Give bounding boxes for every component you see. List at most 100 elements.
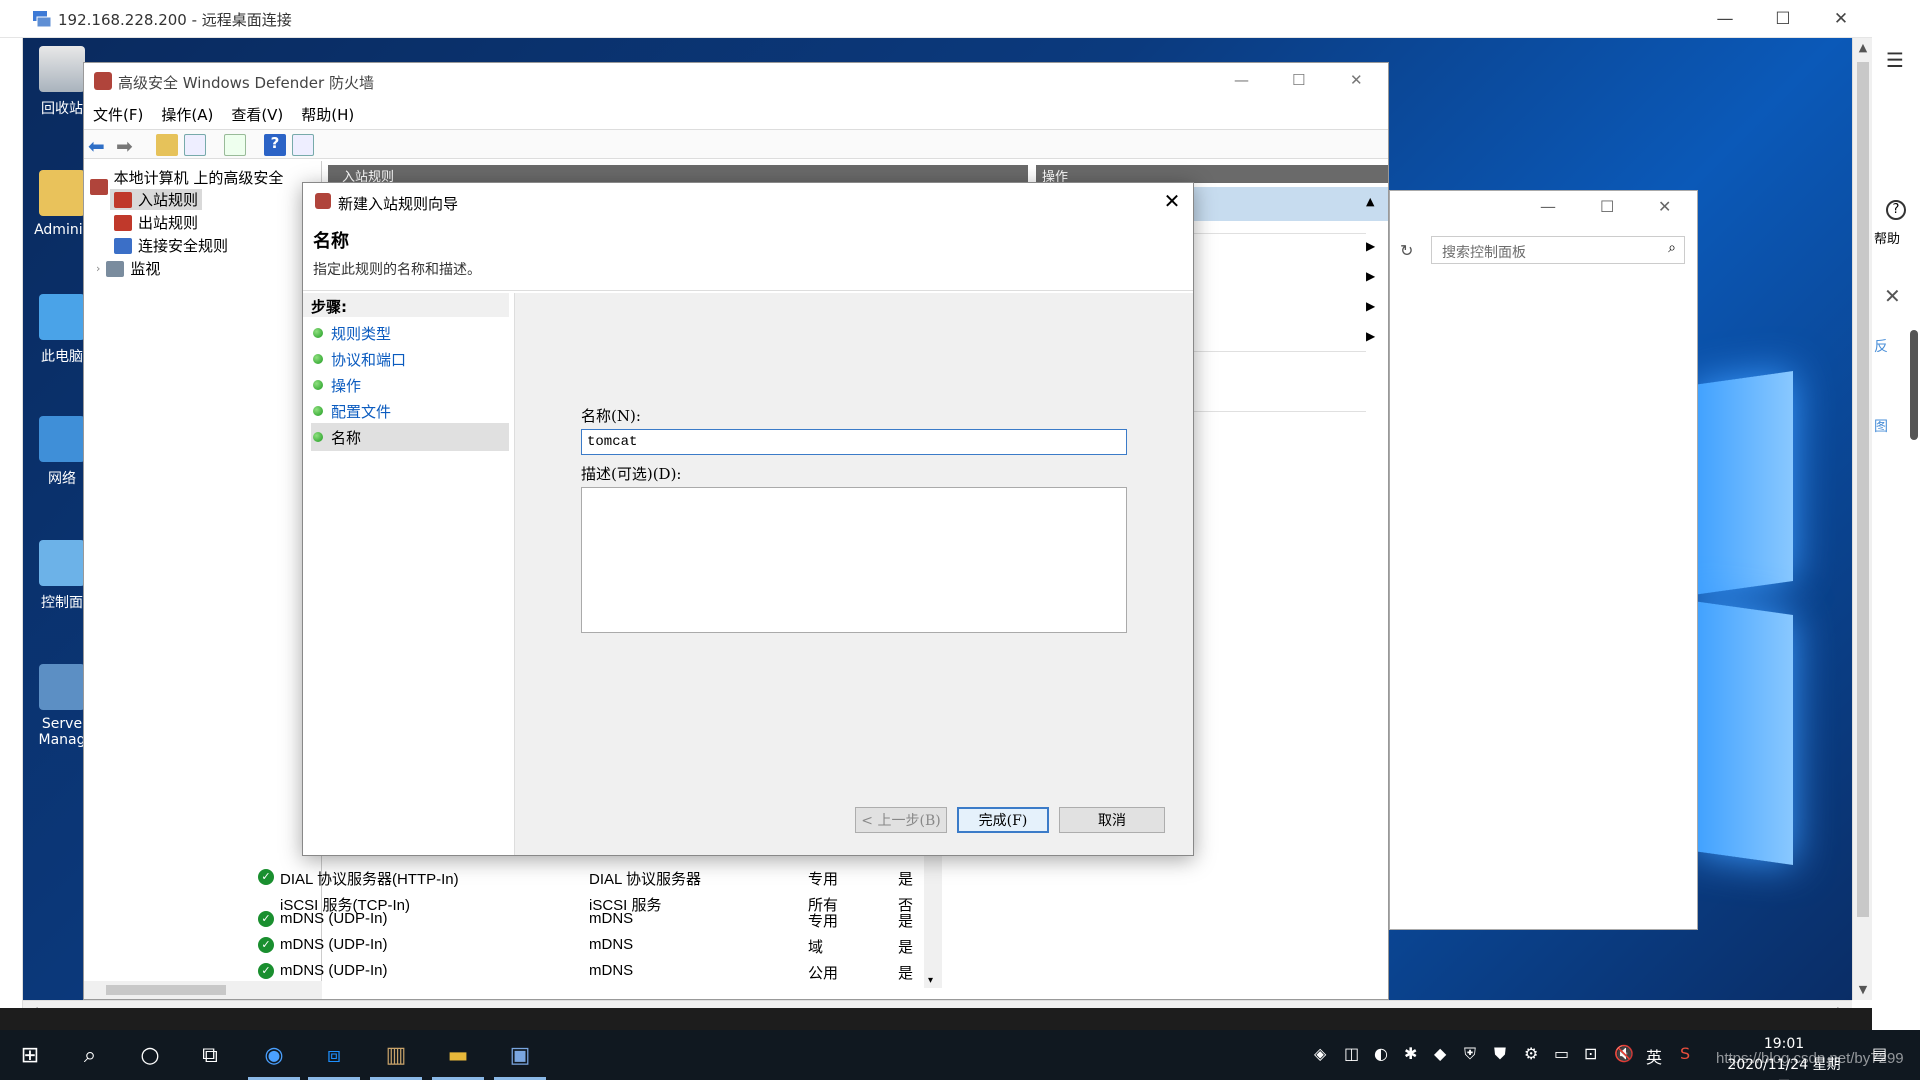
table-row[interactable]: ✓ mDNS (UDP-In) mDNS 公用 是 (248, 958, 932, 984)
step-status-icon (313, 432, 323, 442)
menu-help[interactable]: 帮助(H) (292, 101, 363, 127)
menu-file[interactable]: 文件(F) (84, 101, 152, 127)
step-status-icon (313, 328, 323, 338)
tray-icon[interactable]: ◫ (1344, 1044, 1359, 1063)
menu-icon[interactable]: ☰ (1886, 48, 1904, 72)
fw-minimize-button[interactable]: — (1234, 71, 1249, 89)
tree-item-monitoring[interactable]: › 监视 (96, 258, 160, 279)
table-row[interactable]: ✓ DIAL 协议服务器(HTTP-In) DIAL 协议服务器 专用 是 (248, 864, 932, 890)
cp-maximize-button[interactable]: ☐ (1600, 197, 1614, 216)
rdp-close-button[interactable]: ✕ (1812, 0, 1870, 38)
step-rule-type[interactable]: 规则类型 (311, 319, 509, 347)
taskbar: ⊞ ⌕ ○ ⧉ ◉ ⧈ ▥ ▬ ▣ ◈ ◫ ◐ ✱ ◆ ⛨ ⛊ ⚙ ▭ ⊡ 🔇 … (0, 1030, 1920, 1080)
rdp-maximize-button[interactable]: ☐ (1754, 0, 1812, 38)
forward-arrow-icon[interactable]: ➡ (116, 134, 138, 158)
help-icon[interactable]: ? (264, 134, 286, 156)
connection-security-icon (114, 237, 132, 254)
back-button[interactable]: < 上一步(B) (855, 807, 947, 833)
cp-search-placeholder: 搜索控制面板 (1442, 245, 1526, 261)
rule-description-input[interactable] (581, 487, 1127, 633)
menu-view[interactable]: 查看(V) (222, 101, 292, 127)
computer-icon (39, 294, 85, 340)
step-name[interactable]: 名称 (311, 423, 509, 451)
bluetooth-icon[interactable]: ✱ (1404, 1044, 1417, 1063)
close-icon[interactable]: ✕ (1884, 284, 1901, 308)
chevron-down-icon[interactable]: ▾ (928, 975, 933, 986)
submenu-arrow-icon[interactable]: ▶ (1366, 299, 1375, 313)
control-panel-icon (39, 540, 85, 586)
step-action[interactable]: 操作 (311, 371, 509, 399)
remote-desktop-icon[interactable]: ▣ (490, 1030, 550, 1080)
actions-header: 操作 (1036, 165, 1388, 185)
ime-icon[interactable]: S (1680, 1044, 1690, 1063)
nvidia-icon[interactable]: ◆ (1434, 1044, 1446, 1063)
table-row[interactable]: ✓ mDNS (UDP-In) mDNS 专用 是 (248, 906, 932, 932)
rdp-minimize-button[interactable]: — (1696, 0, 1754, 38)
submenu-arrow-icon[interactable]: ▶ (1366, 329, 1375, 343)
wizard-title: 新建入站规则向导 (338, 195, 459, 213)
refresh-icon[interactable]: ↻ (1400, 241, 1413, 260)
submenu-arrow-icon[interactable]: ▶ (1366, 239, 1375, 253)
show-hide-tree-icon[interactable] (184, 134, 206, 156)
search-icon[interactable]: ⌕ (60, 1030, 120, 1080)
rule-name-input[interactable] (581, 429, 1127, 455)
settings-icon[interactable]: ⚙ (1524, 1044, 1538, 1063)
file-explorer-icon[interactable]: ▬ (428, 1030, 488, 1080)
help-icon[interactable]: ? (1886, 200, 1906, 220)
scroll-thumb[interactable] (1857, 62, 1869, 917)
scroll-up-icon[interactable]: ▲ (1853, 38, 1873, 58)
tree-item-inbound-rules[interactable]: 入站规则 (110, 189, 203, 210)
tray-icon[interactable]: ◐ (1374, 1044, 1388, 1063)
step-status-icon (313, 354, 323, 364)
cancel-button[interactable]: 取消 (1059, 807, 1165, 833)
tree-item-outbound-rules[interactable]: 出站规则 (114, 212, 198, 233)
menu-action[interactable]: 操作(A) (152, 101, 222, 127)
archive-icon[interactable]: ▥ (366, 1030, 426, 1080)
rdp-vertical-scrollbar[interactable]: ▲ ▼ (1852, 38, 1872, 1000)
input-language[interactable]: 英 (1646, 1044, 1662, 1068)
battery-icon[interactable]: ▭ (1554, 1044, 1569, 1063)
cortana-icon[interactable]: ○ (120, 1030, 180, 1080)
collapse-icon[interactable]: ▲ (1366, 195, 1374, 208)
finish-button[interactable]: 完成(F) (957, 807, 1049, 833)
cp-close-button[interactable]: ✕ (1658, 197, 1671, 216)
fragment-text: 图 (1874, 419, 1888, 435)
network-icon[interactable]: ⊡ (1584, 1044, 1597, 1063)
tray-icon[interactable]: ◈ (1314, 1044, 1326, 1063)
app-icon[interactable]: ⧈ (304, 1030, 364, 1080)
firewall-icon (94, 72, 112, 90)
enabled-check-icon: ✓ (258, 869, 274, 885)
host-left-strip (0, 0, 23, 1010)
browser-icon[interactable]: ◉ (244, 1030, 304, 1080)
cp-minimize-button[interactable]: — (1540, 197, 1556, 216)
control-panel-window: — ☐ ✕ ↻ 搜索控制面板 ⌕ (1389, 190, 1698, 930)
table-row[interactable]: ✓ mDNS (UDP-In) mDNS 域 是 (248, 932, 932, 958)
fw-maximize-button[interactable]: ☐ (1292, 71, 1305, 89)
shield-icon[interactable]: ⛨ (1464, 1044, 1476, 1064)
fragment-text: 反 (1874, 339, 1888, 355)
tree-item-connection-security[interactable]: 连接安全规则 (114, 235, 228, 256)
wizard-close-button[interactable]: ✕ (1155, 187, 1189, 215)
step-protocol-ports[interactable]: 协议和端口 (311, 345, 509, 373)
chevron-right-icon[interactable]: › (96, 262, 100, 275)
volume-muted-icon[interactable]: 🔇 (1614, 1044, 1634, 1063)
task-view-icon[interactable]: ⧉ (180, 1030, 240, 1080)
firewall-toolbar: ⬅ ➡ ? (84, 129, 1388, 159)
rule-list-vertical-scrollbar[interactable]: ▾ (924, 856, 942, 988)
step-status-icon (313, 380, 323, 390)
submenu-arrow-icon[interactable]: ▶ (1366, 269, 1375, 283)
new-inbound-rule-wizard: 新建入站规则向导 ✕ 名称 指定此规则的名称和描述。 步骤: 规则类型 协议和端… (302, 182, 1194, 856)
fw-close-button[interactable]: ✕ (1350, 71, 1363, 89)
action-pane-icon[interactable] (292, 134, 314, 156)
scroll-down-icon[interactable]: ▼ (1853, 980, 1873, 1000)
export-icon[interactable] (224, 134, 246, 156)
cp-search-box[interactable]: 搜索控制面板 ⌕ (1431, 236, 1685, 264)
security-icon[interactable]: ⛊ (1494, 1044, 1506, 1064)
search-icon[interactable]: ⌕ (1668, 240, 1676, 256)
outbound-rules-icon (114, 214, 132, 231)
up-folder-icon[interactable] (156, 134, 178, 156)
step-profile[interactable]: 配置文件 (311, 397, 509, 425)
start-button[interactable]: ⊞ (0, 1030, 60, 1080)
back-arrow-icon[interactable]: ⬅ (88, 134, 110, 158)
center-pane-header: 入站规则 (328, 165, 1028, 185)
